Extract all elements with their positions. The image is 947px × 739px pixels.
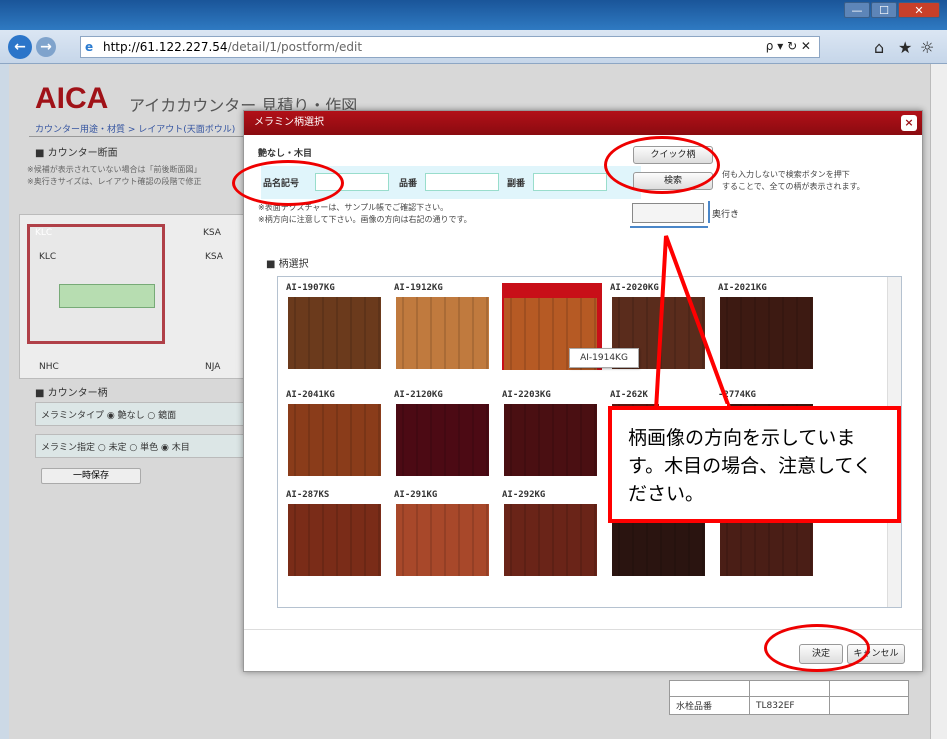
pattern-tile-label: AI-1907KG [286,283,335,293]
table-cell-value: TL832EF [749,696,830,715]
back-button[interactable]: ← [8,35,32,59]
cell-ksa-header: KSA [203,228,221,238]
table-cell-label: 水栓品番 [669,696,750,715]
page-scrollbar[interactable] [930,64,947,739]
label-number: 品番 [399,179,418,189]
label-alias: 副番 [507,179,526,189]
pattern-tile-label: AI-2041KG [286,390,335,400]
temp-save-button[interactable]: 一時保存 [41,468,141,484]
url-controls[interactable]: ρ ▾ ↻ ✕ [766,39,811,53]
melamine-type-label: メラミンタイプ ◉ 艶なし ○ 鏡面 [41,411,177,421]
melamine-spec-label: メラミン指定 ○ 未定 ○ 単色 ◉ 木目 [41,443,190,453]
pattern-tile-label: AI-287KS [286,490,330,500]
cell-nja: NJA [205,362,221,372]
home-icon[interactable]: ⌂ [874,38,884,57]
highlight-ring-buttons [604,136,720,194]
gear-icon[interactable]: ☼ [920,38,934,57]
breadcrumb[interactable]: カウンター用途・材質 > レイアウト(天面ボウル) [35,122,235,135]
highlight-ring-footer [764,624,870,672]
aica-logo: AICA [35,82,109,115]
pattern-section-title: ■ 柄選択 [266,259,309,270]
pattern-tile[interactable]: AI-1907KG [286,283,386,369]
direction-arrow-horizontal [630,226,708,228]
pattern-tile-label: AI-1914KG [502,284,551,294]
cell-klc: KLC [39,252,57,262]
url-path: /detail/1/postform/edit [227,40,363,54]
pattern-swatch[interactable] [396,504,489,576]
search-section-title: 艶なし・木目 [258,149,313,159]
pattern-tile-label: AI-262K [610,390,648,400]
pattern-swatch[interactable] [396,297,489,369]
forward-button[interactable]: → [36,37,56,57]
url-host: http://61.122.227.54 [103,40,228,54]
pattern-tile-label: AI-1912KG [394,283,443,293]
pattern-swatch[interactable] [288,404,381,476]
pattern-tile-label: AI-291KG [394,490,438,500]
search-hint: 何も入力しないで検索ボタンを押下 することで、全ての柄が表示されます。 [722,169,865,193]
dialog-close-icon[interactable]: × [901,115,917,131]
pattern-tile-label: AI-2203KG [502,390,551,400]
pattern-tile-label: AI-2021KG [718,283,767,293]
pattern-swatch[interactable] [504,404,597,476]
section-counter-profile: ■ カウンター断面 [35,148,118,159]
close-window-button[interactable]: ✕ [898,2,940,18]
pattern-swatch[interactable] [288,504,381,576]
pattern-swatch[interactable] [720,297,813,369]
url-input[interactable]: e http://61.122.227.54/detail/1/postform… [80,36,820,58]
search-hint-line-1: 何も入力しないで検索ボタンを押下 [722,170,850,179]
cell-nhc: NHC [39,362,59,372]
maximize-button[interactable]: ☐ [871,2,897,18]
pattern-tile-label: AI-292KG [502,490,546,500]
pattern-tooltip: AI-1914KG [569,348,639,368]
alias-input[interactable] [533,173,607,191]
pattern-tile[interactable]: AI-287KS [286,490,386,576]
pattern-tile[interactable]: AI-2120KG [394,390,494,476]
note-line-1: ※候補が表示されていない場合は「前後断面図」 [27,165,202,174]
direction-arrow-vertical [708,201,710,223]
klc-diagram [59,284,155,308]
annotation-callout: 柄画像の方向を示しています。木目の場合、注意してください。 [608,406,901,523]
minimize-button[interactable]: — [844,2,870,18]
melamine-pattern-dialog: メラミン柄選択 × 艶なし・木目 品名記号 品番 副番 クイック柄 検索 何も入… [243,110,923,672]
pattern-tile[interactable]: AI-2021KG [718,283,818,369]
pattern-tile-label: -2774KG [718,390,756,400]
dialog-header: メラミン柄選択 × [244,111,922,135]
spec-table: 水栓品番 TL832EF [669,680,909,715]
cell-ksa: KSA [205,252,223,262]
depth-label: 奥行き [712,210,740,220]
note-line-2: ※奥行きサイズは、レイアウト確認の段階で修正 [27,177,202,186]
pattern-tile[interactable]: AI-1912KG [394,283,494,369]
pattern-swatch[interactable] [504,504,597,576]
search-hint-line-2: することで、全ての柄が表示されます。 [722,182,865,191]
highlight-ring-name-code [232,160,344,206]
divider [29,136,259,137]
ie-icon: e [85,40,94,54]
pattern-tile[interactable]: AI-2041KG [286,390,386,476]
pattern-swatch[interactable] [396,404,489,476]
direction-indicator [632,203,704,223]
pattern-tile-label: AI-2120KG [394,390,443,400]
cell-klc-header: KLC [35,228,53,238]
pattern-tile[interactable]: AI-292KG [502,490,602,576]
pattern-swatch[interactable] [288,297,381,369]
star-icon[interactable]: ★ [898,38,912,57]
address-bar: ← → e http://61.122.227.54/detail/1/post… [0,30,947,64]
pattern-tile[interactable]: AI-2203KG [502,390,602,476]
number-input[interactable] [425,173,499,191]
dialog-title: メラミン柄選択 [254,117,324,128]
window-titlebar: — ☐ ✕ [0,0,947,30]
texture-note-2: ※柄方向に注意して下さい。画像の方向は右記の通りです。 [258,215,472,224]
pattern-tile-label: AI-2020KG [610,283,659,293]
section-counter-pattern: ■ カウンター柄 [35,388,108,399]
pattern-tile[interactable]: AI-291KG [394,490,494,576]
